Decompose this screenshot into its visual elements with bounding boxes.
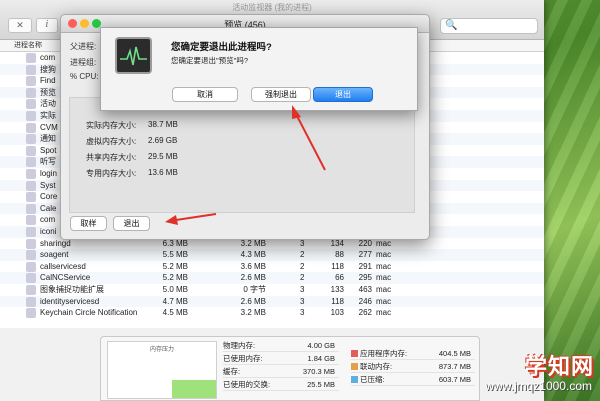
arrow-to-info-quit	[165, 213, 217, 225]
watermark-url: www.jmqz1000.com	[485, 379, 592, 393]
annotation-arrows	[165, 105, 326, 225]
watermark-brand: 学知网	[524, 354, 594, 379]
site-watermark: 学知网 www.jmqz1000.com	[476, 349, 594, 397]
arrow-to-force-quit	[292, 105, 326, 171]
